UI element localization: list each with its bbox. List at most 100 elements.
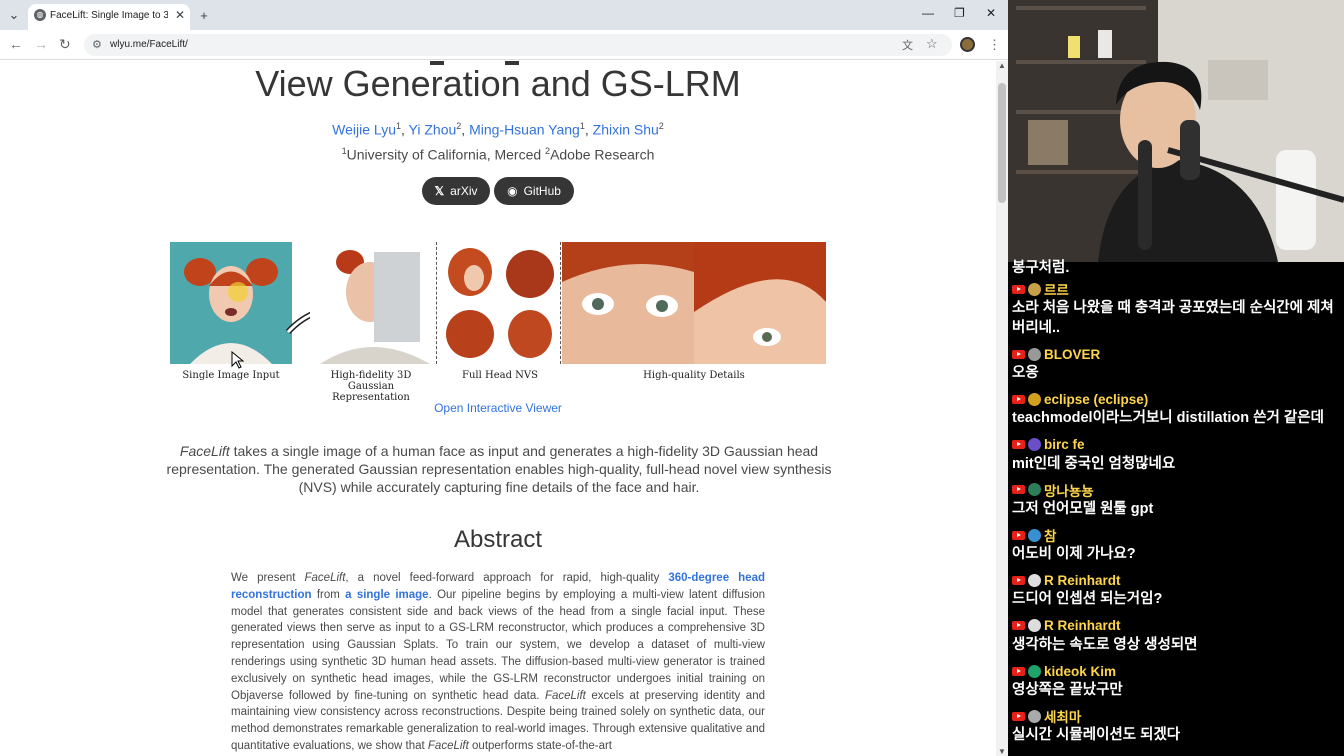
- chat-text: 소라 처음 나왔을 때 충격과 공포였는데 순식간에 제쳐: [1012, 300, 1334, 316]
- gaussian-portrait: [320, 250, 430, 364]
- author-link-zhou[interactable]: Yi Zhou: [409, 122, 457, 138]
- profile-avatar[interactable]: [960, 37, 975, 52]
- chat-meta: 르르: [1012, 280, 1344, 298]
- window-close-icon[interactable]: ✕: [986, 6, 996, 20]
- url-text[interactable]: wlyu.me/FaceLift/: [110, 39, 188, 50]
- globe-icon: ◍: [34, 9, 46, 21]
- browser-window: ⌄ ◍ FaceLift: Single Image to 3D H ✕ + —…: [0, 0, 1008, 756]
- youtube-icon: [1012, 530, 1025, 540]
- chat-avatar: [1028, 392, 1041, 406]
- address-bar[interactable]: ⚙ wlyu.me/FaceLift/ 文 ☆: [84, 34, 952, 56]
- divider-dashed: [560, 242, 561, 364]
- chat-message: 참 어도비 이제 가나요?: [1012, 526, 1344, 571]
- chat-avatar: [1028, 709, 1041, 723]
- divider-dashed: [436, 242, 437, 364]
- chat-text: 오옹: [1012, 365, 1039, 381]
- chat-meta: 참: [1012, 526, 1344, 544]
- author-link-lyu[interactable]: Weijie Lyu: [332, 122, 396, 138]
- chat-avatar: [1028, 528, 1041, 542]
- chat-avatar: [1028, 483, 1041, 497]
- bookmark-star-icon[interactable]: ☆: [926, 36, 938, 52]
- caption-details: High-quality Details: [643, 370, 745, 381]
- chat-meta: 세최마: [1012, 707, 1344, 725]
- page-scrollbar[interactable]: ▲ ▼: [996, 61, 1008, 756]
- author-link-shu[interactable]: Zhixin Shu: [593, 122, 659, 138]
- reload-icon[interactable]: ↻: [59, 36, 71, 53]
- caption-gaussian: High-fidelity 3D Gaussian Representation: [306, 370, 436, 403]
- youtube-icon: [1012, 284, 1025, 294]
- chat-meta: birc fe: [1012, 436, 1344, 454]
- affil-ucm: University of California, Merced: [346, 146, 542, 163]
- youtube-icon: [1012, 394, 1025, 404]
- browser-tab[interactable]: ◍ FaceLift: Single Image to 3D H ✕: [28, 4, 190, 30]
- new-tab-icon[interactable]: +: [194, 5, 214, 25]
- chat-message: 망나뇽뇽 그저 언어모델 원툴 gpt: [1012, 481, 1344, 526]
- chat-meta: BLOVER: [1012, 345, 1344, 363]
- summary-em: FaceLift: [179, 443, 230, 459]
- menu-dots-icon[interactable]: ⋮: [988, 37, 1001, 53]
- abstract-em: FaceLift: [427, 739, 469, 752]
- abstract-part: from: [311, 588, 346, 601]
- author-link-yang[interactable]: Ming-Hsuan Yang: [469, 122, 580, 138]
- tab-close-icon[interactable]: ✕: [175, 8, 185, 22]
- github-icon: ◉: [507, 184, 518, 198]
- chat-message: eclipse (eclipse) teachmodel이라느거보니 distil…: [1012, 390, 1344, 435]
- nvs-grid: [440, 242, 560, 364]
- forward-icon[interactable]: →: [34, 36, 48, 52]
- closeup-faces: [562, 242, 826, 364]
- single-image-link[interactable]: a single image: [345, 589, 428, 601]
- github-button[interactable]: ◉ GitHub: [494, 177, 574, 205]
- author-sup: 1: [579, 121, 585, 131]
- mouse-cursor-icon: [231, 351, 245, 369]
- abstract-part: We present: [231, 572, 305, 584]
- chat-text: 어도비 이제 가나요?: [1012, 546, 1136, 563]
- caption-input: Single Image Input: [182, 370, 280, 381]
- chat-message-partial: 봉구처럼.: [1012, 258, 1344, 280]
- author-sup: 2: [456, 121, 462, 131]
- open-viewer-link[interactable]: Open Interactive Viewer: [0, 401, 996, 415]
- chat-text-line2: 버리네..: [1012, 320, 1061, 336]
- chat-avatar: [1028, 347, 1041, 361]
- webcam-scene: [1008, 0, 1344, 262]
- chat-message: BLOVER 오옹: [1012, 345, 1344, 390]
- input-portrait: [184, 258, 278, 364]
- chat-message: kideok Kim 영상쪽은 끝났구만: [1012, 662, 1344, 707]
- restore-icon[interactable]: ❐: [954, 6, 965, 20]
- chat-username: 참: [1044, 529, 1057, 545]
- abstract-em: FaceLift: [304, 572, 346, 584]
- teaser-figure: Single Image Input High-fidelity 3D Gaus…: [170, 242, 826, 403]
- chat-username: 르르: [1044, 283, 1069, 298]
- chat-message: 르르소라 처음 나왔을 때 충격과 공포였는데 순식간에 제쳐버리네..: [1012, 280, 1344, 345]
- translate-icon[interactable]: 文: [902, 37, 913, 53]
- arxiv-label: arXiv: [450, 184, 478, 198]
- minimize-icon[interactable]: —: [922, 6, 934, 20]
- site-info-icon[interactable]: ⚙: [92, 38, 102, 51]
- chat-message: R Reinhardt 생각하는 속도로 영상 생성되면: [1012, 617, 1344, 662]
- tab-search-chevron-icon[interactable]: ⌄: [4, 5, 24, 25]
- webcam-feed: [1008, 0, 1344, 262]
- chat-meta: R Reinhardt: [1012, 571, 1344, 589]
- back-icon[interactable]: ←: [9, 36, 23, 52]
- youtube-icon: [1012, 485, 1025, 495]
- gaussian-image: [310, 242, 434, 364]
- web-page: View Generation and GS-LRM Weijie Lyu1, …: [0, 61, 996, 756]
- page-title: View Generation and GS-LRM: [255, 63, 741, 104]
- youtube-icon: [1012, 349, 1025, 359]
- arxiv-button[interactable]: 𝕏 arXiv: [422, 177, 490, 205]
- affiliations: 1University of California, Merced 2Adobe…: [0, 146, 996, 163]
- scroll-down-icon[interactable]: ▼: [998, 747, 1006, 756]
- abstract-heading: Abstract: [453, 526, 543, 553]
- scroll-thumb[interactable]: [998, 83, 1006, 203]
- chat-avatar: [1028, 438, 1041, 452]
- chat-text: 봉구처럼.: [1012, 260, 1070, 276]
- scroll-up-icon[interactable]: ▲: [998, 61, 1006, 70]
- youtube-icon: [1012, 440, 1025, 450]
- chat-text: 실시간 시뮬레이션도 되겠다: [1012, 727, 1181, 744]
- chat-text: 생각하는 속도로 영상 생성되면: [1012, 636, 1198, 653]
- chat-username: birc fe: [1044, 437, 1085, 453]
- chat-text: 드디어 인셉션 되는거임?: [1012, 591, 1163, 608]
- youtube-icon: [1012, 711, 1025, 721]
- chat-text: teachmodel이라느거보니 distillation 쓴거 같은데: [1012, 410, 1324, 427]
- chat-message: 세최마실시간 시뮬레이션도 되겠다: [1012, 707, 1344, 752]
- x-logo-icon: 𝕏: [434, 184, 445, 198]
